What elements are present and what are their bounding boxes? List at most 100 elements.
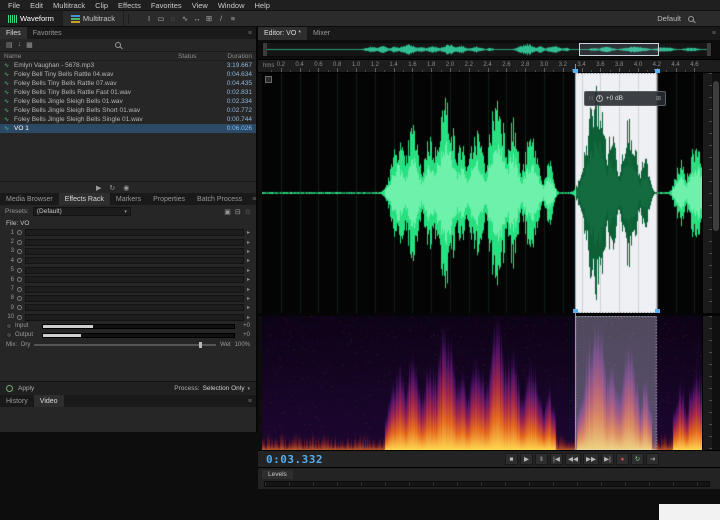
process-dropdown[interactable]: Process: Selection Only ▾: [174, 385, 250, 392]
slot-arrow-icon[interactable]: ▸: [247, 286, 250, 293]
panel-menu-icon[interactable]: ≡: [708, 27, 720, 40]
effect-slot-field[interactable]: [25, 248, 244, 255]
power-toggle-icon[interactable]: [17, 287, 22, 292]
power-toggle-icon[interactable]: [17, 230, 22, 235]
effect-slot-field[interactable]: [25, 267, 244, 274]
selection-handle[interactable]: [655, 309, 660, 313]
file-row[interactable]: ∿VO 10:06.026: [0, 124, 256, 133]
effect-slot-field[interactable]: [25, 229, 244, 236]
slot-arrow-icon[interactable]: ▸: [247, 314, 250, 321]
tab-markers[interactable]: Markers: [110, 193, 147, 205]
time-selection-tool-icon[interactable]: I: [143, 13, 155, 25]
power-toggle-icon[interactable]: [17, 240, 22, 245]
record-button[interactable]: ●: [616, 453, 629, 465]
effect-slot-field[interactable]: [25, 314, 244, 321]
power-toggle-icon[interactable]: [17, 315, 22, 320]
save-preset-icon[interactable]: ▣: [224, 208, 231, 216]
file-row[interactable]: ∿Foley Bells Jingle Sleigh Bells Short 0…: [0, 106, 256, 115]
menu-file[interactable]: File: [3, 1, 25, 10]
hud-grid-icon[interactable]: ⊞: [656, 95, 661, 102]
file-row[interactable]: ∿Foley Bells Tiny Bells Rattle Fast 01.w…: [0, 88, 256, 97]
mix-slider-thumb[interactable]: [199, 342, 202, 348]
waveform-display[interactable]: ∷ +0 dB ⊞: [262, 73, 702, 313]
effect-slot-field[interactable]: [25, 239, 244, 246]
pause-button[interactable]: ‖: [535, 453, 548, 465]
autoplay-icon[interactable]: ▶: [96, 184, 101, 192]
fast-forward-button[interactable]: ▶▶: [583, 453, 599, 465]
levels-tab[interactable]: Levels: [262, 470, 293, 479]
import-icon[interactable]: ↓: [18, 41, 22, 49]
rewind-button[interactable]: ◀◀: [565, 453, 581, 465]
effect-slot-field[interactable]: [25, 286, 244, 293]
spectrogram-scrollbar[interactable]: [712, 316, 720, 450]
files-search-icon[interactable]: [115, 42, 121, 48]
effect-slot[interactable]: 4▸: [0, 256, 256, 265]
effect-slot-field[interactable]: [25, 257, 244, 264]
column-name[interactable]: Name: [4, 53, 178, 60]
marquee-selection-tool-icon[interactable]: ▭: [155, 13, 167, 25]
column-status[interactable]: Status: [178, 53, 210, 60]
panel-menu-icon[interactable]: ≡: [244, 27, 256, 39]
zoom-navigation-bar[interactable]: [262, 42, 712, 57]
effect-slot[interactable]: 9▸: [0, 303, 256, 312]
hud-grip-icon[interactable]: ∷: [589, 95, 593, 102]
effect-slot[interactable]: 10▸: [0, 313, 256, 322]
new-item-icon[interactable]: ▦: [26, 41, 33, 49]
volume-icon[interactable]: ◉: [123, 184, 129, 192]
multitrack-view-button[interactable]: Multitrack: [63, 11, 124, 26]
editor-input-button[interactable]: [265, 76, 272, 83]
column-duration[interactable]: Duration: [210, 53, 252, 60]
menu-clip[interactable]: Clip: [90, 1, 113, 10]
stop-button[interactable]: ■: [505, 453, 518, 465]
menu-view[interactable]: View: [187, 1, 213, 10]
menu-edit[interactable]: Edit: [25, 1, 48, 10]
volume-hud[interactable]: ∷ +0 dB ⊞: [584, 91, 666, 106]
slot-arrow-icon[interactable]: ▸: [247, 239, 250, 246]
spectrogram-display[interactable]: [262, 316, 702, 450]
delete-preset-icon[interactable]: ⊟: [235, 208, 241, 216]
effect-slot-field[interactable]: [25, 295, 244, 302]
skip-forward-button[interactable]: ▶|: [601, 453, 614, 465]
slot-arrow-icon[interactable]: ▸: [247, 257, 250, 264]
preset-dropdown[interactable]: (Default) ▾: [33, 207, 131, 216]
tab-files[interactable]: Files: [0, 27, 27, 39]
menu-multitrack[interactable]: Multitrack: [48, 1, 90, 10]
tab-editor[interactable]: Editor: VO *: [258, 27, 307, 40]
effect-slot[interactable]: 3▸: [0, 247, 256, 256]
lasso-selection-tool-icon[interactable]: ◌: [167, 13, 179, 25]
power-toggle-icon[interactable]: [17, 249, 22, 254]
skip-selection-button[interactable]: ⇥: [646, 453, 659, 465]
panel-menu-icon[interactable]: ≡: [248, 193, 260, 205]
power-toggle-icon[interactable]: [17, 277, 22, 282]
tab-batch-process[interactable]: Batch Process: [191, 193, 248, 205]
slot-arrow-icon[interactable]: ▸: [247, 229, 250, 236]
nav-handle-left[interactable]: [263, 43, 267, 56]
selection-handle[interactable]: [573, 309, 578, 313]
slot-arrow-icon[interactable]: ▸: [247, 248, 250, 255]
waveform-view-button[interactable]: Waveform: [0, 11, 63, 26]
timeline-ruler[interactable]: hms 0.20.40.60.81.01.21.41.61.82.02.22.4…: [258, 59, 720, 73]
loop-playback-icon[interactable]: ↻: [109, 184, 115, 192]
power-toggle-icon[interactable]: [17, 296, 22, 301]
power-toggle-icon[interactable]: [17, 258, 22, 263]
scrollbar-thumb[interactable]: [713, 81, 719, 231]
volume-knob-icon[interactable]: [596, 95, 603, 102]
input-knob-icon[interactable]: [6, 323, 12, 329]
file-row[interactable]: ∿Foley Bells Tiny Bells Rattle 07.wav0:0…: [0, 79, 256, 88]
loop-button[interactable]: ↻: [631, 453, 644, 465]
workspace-label[interactable]: Default: [657, 14, 681, 23]
effect-slot[interactable]: 7▸: [0, 284, 256, 293]
tab-media-browser[interactable]: Media Browser: [0, 193, 59, 205]
effect-slot[interactable]: 1▸: [0, 228, 256, 237]
tab-properties[interactable]: Properties: [147, 193, 191, 205]
power-toggle-icon[interactable]: [17, 305, 22, 310]
slip-tool-icon[interactable]: ≡: [227, 13, 239, 25]
effect-slot[interactable]: 5▸: [0, 266, 256, 275]
zoom-tool-icon[interactable]: ⊞: [203, 13, 215, 25]
menu-effects[interactable]: Effects: [113, 1, 146, 10]
file-row[interactable]: ∿Foley Bells Jingle Sleigh Bells Single …: [0, 115, 256, 124]
skip-back-button[interactable]: |◀: [550, 453, 563, 465]
menu-favorites[interactable]: Favorites: [146, 1, 187, 10]
menu-help[interactable]: Help: [250, 1, 275, 10]
file-row[interactable]: ∿Foley Bell Tiny Bells Rattle 04.wav0:04…: [0, 70, 256, 79]
